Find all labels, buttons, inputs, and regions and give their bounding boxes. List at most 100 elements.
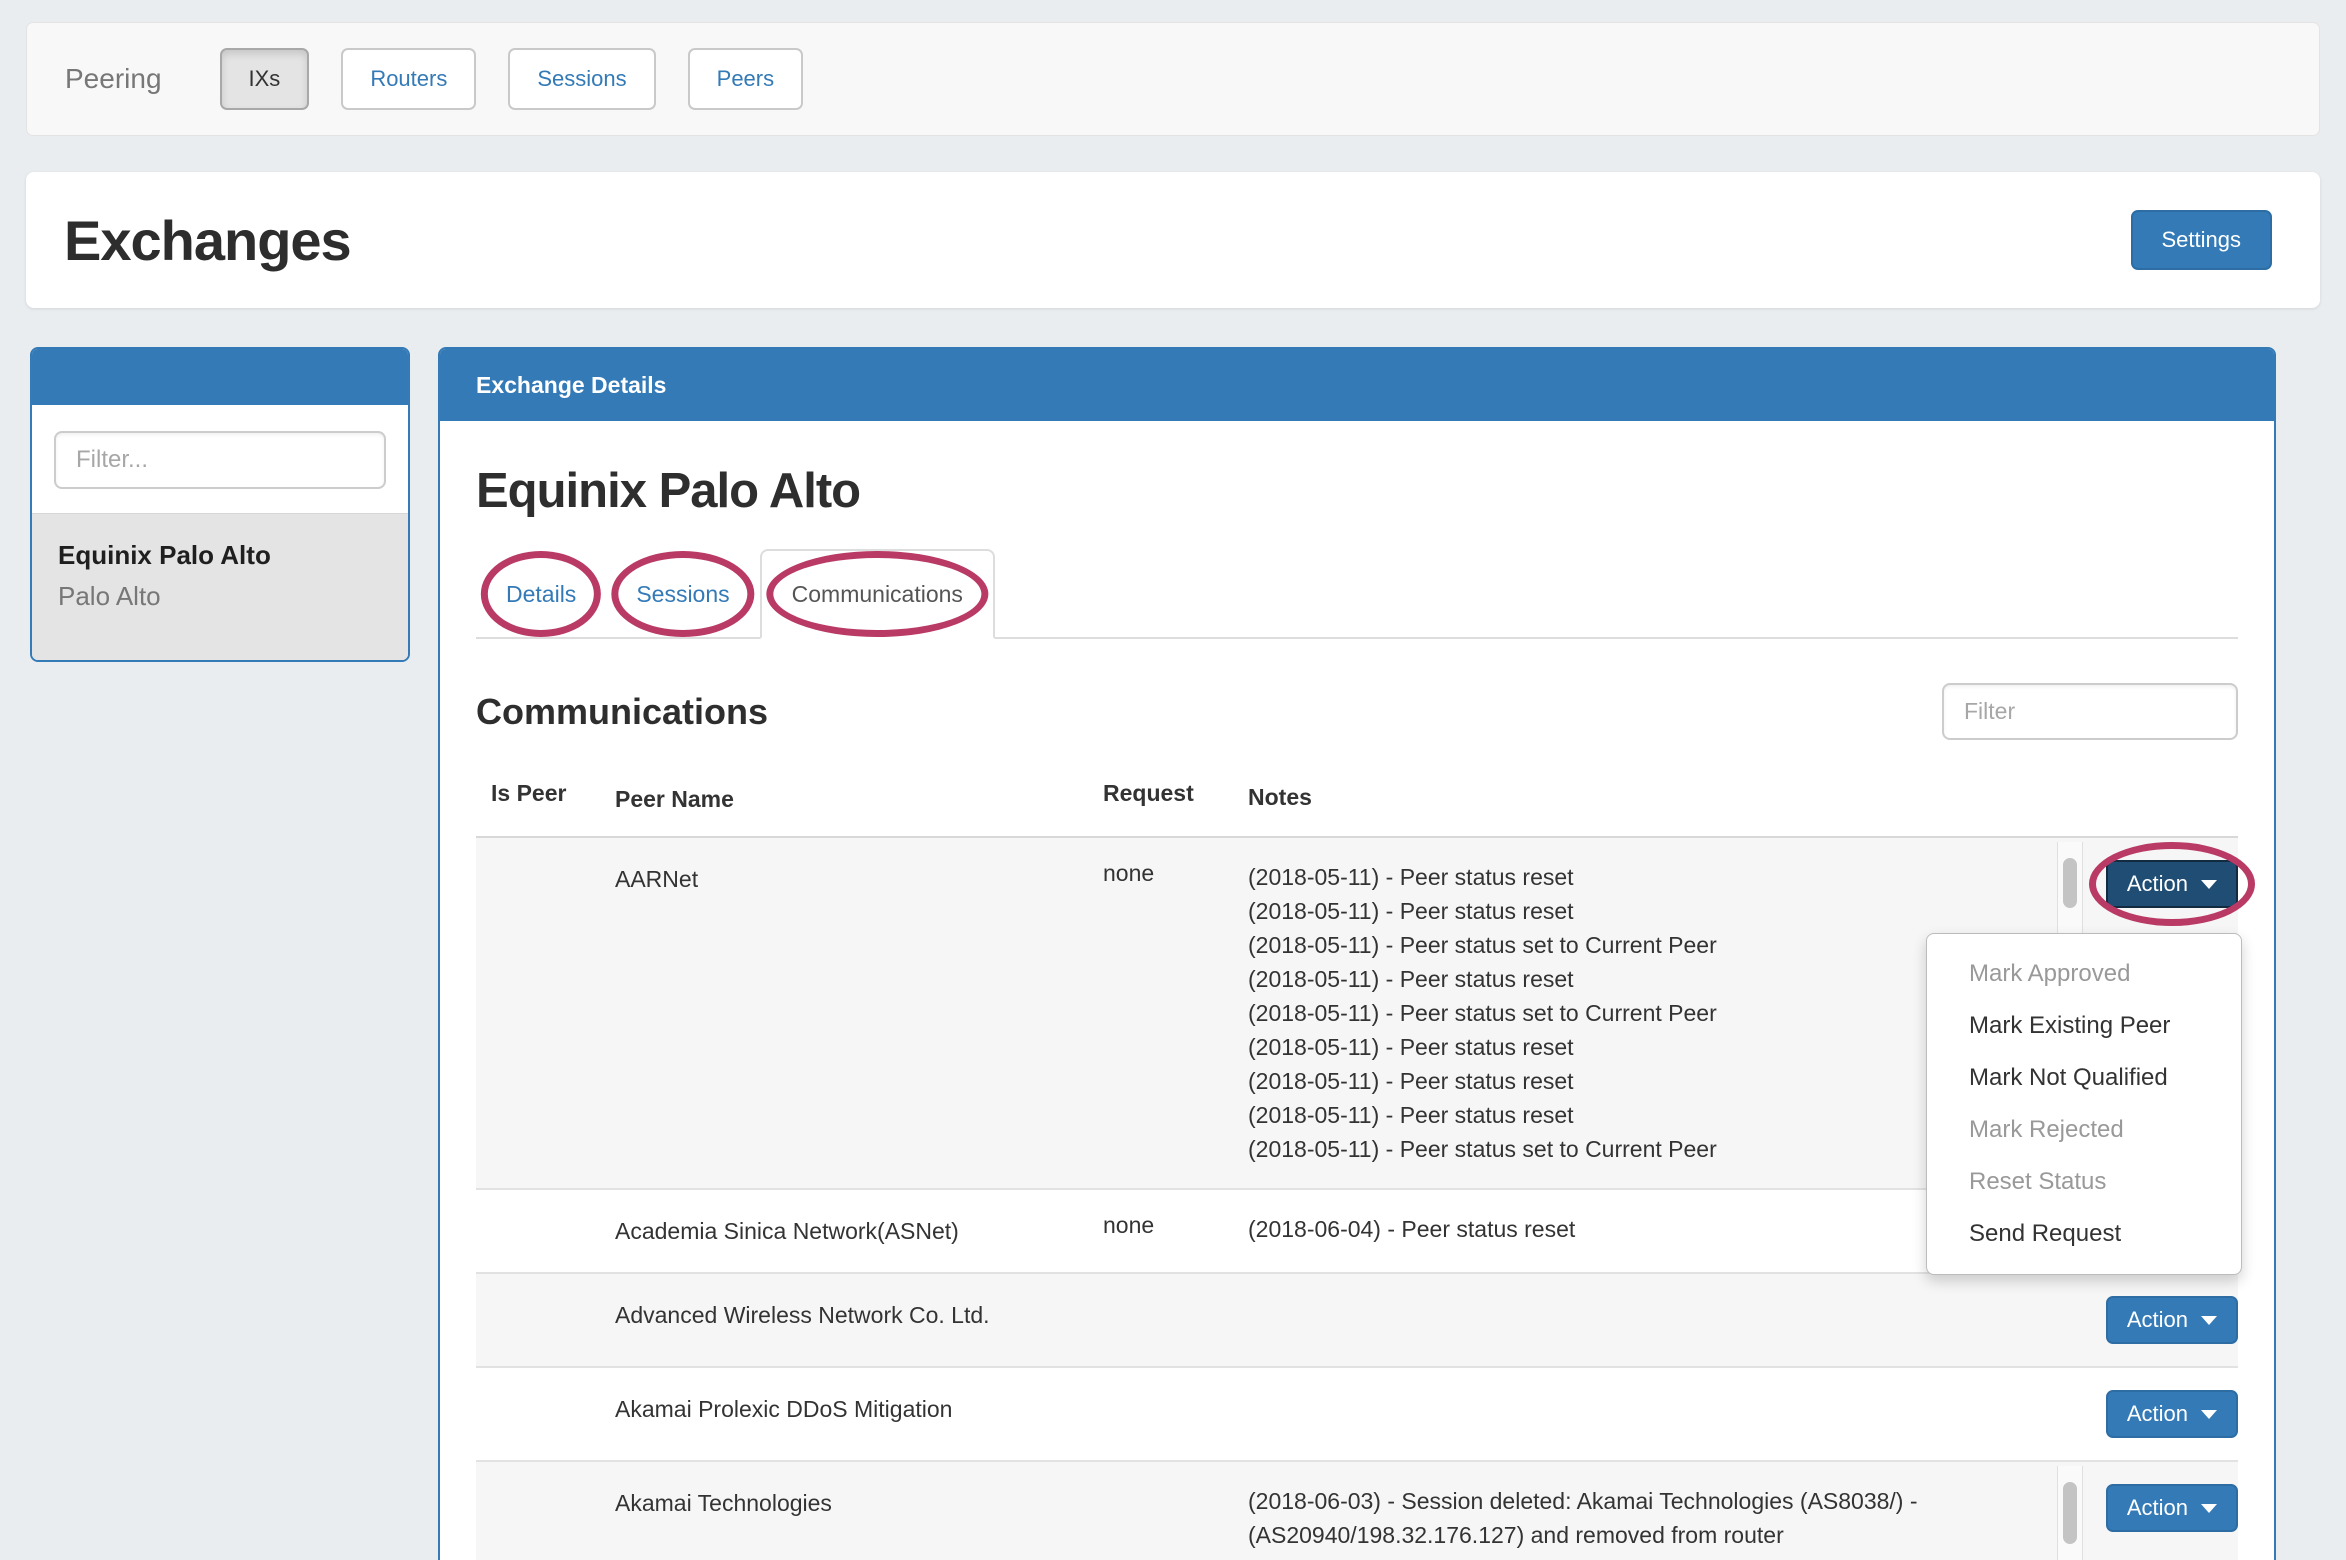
exchange-list-item-city: Palo Alto (58, 581, 382, 612)
tab-sessions[interactable]: Sessions (606, 549, 759, 639)
communications-header: Communications (476, 683, 2238, 740)
caret-down-icon (2201, 1504, 2217, 1513)
column-header-actions (2085, 780, 2238, 818)
page-title: Exchanges (64, 208, 351, 273)
menu-item-reset-status[interactable]: Reset Status (1927, 1156, 2241, 1208)
notes-scrollbar-thumb[interactable] (2063, 1482, 2077, 1544)
action-dropdown-button[interactable]: Action (2106, 1390, 2238, 1438)
caret-down-icon (2201, 1316, 2217, 1325)
top-navbar: Peering IXs Routers Sessions Peers (26, 22, 2320, 136)
column-header-notes: Notes (1248, 780, 2085, 818)
cell-notes (1248, 1390, 2085, 1438)
exchange-list-panel-header (32, 349, 408, 405)
exchange-list-item[interactable]: Equinix Palo Alto Palo Alto (32, 513, 408, 660)
action-dropdown-button[interactable]: Action (2106, 1484, 2238, 1532)
exchange-details-panel-header: Exchange Details (440, 349, 2274, 421)
note-line: (2018-06-03) - (1248, 1552, 2021, 1560)
exchange-details-panel: Exchange Details Equinix Palo Alto Detai… (438, 347, 2276, 1560)
cell-is-peer (476, 1390, 615, 1438)
settings-button[interactable]: Settings (2131, 210, 2273, 270)
action-button-wrap: Action (2106, 1296, 2238, 1344)
menu-item-mark-existing-peer[interactable]: Mark Existing Peer (1927, 1000, 2241, 1052)
action-button-label: Action (2127, 1401, 2188, 1427)
menu-item-mark-approved[interactable]: Mark Approved (1927, 948, 2241, 1000)
note-line: (2018-05-11) - Peer status reset (1248, 1030, 2021, 1064)
cell-request: none (1103, 860, 1248, 1166)
menu-item-mark-rejected[interactable]: Mark Rejected (1927, 1104, 2241, 1156)
note-line: (2018-05-11) - Peer status set to Curren… (1248, 928, 2021, 962)
nav-button-ixs[interactable]: IXs (220, 48, 310, 110)
cell-request (1103, 1484, 1248, 1560)
cell-request (1103, 1390, 1248, 1438)
note-line: (2018-05-11) - Peer status reset (1248, 962, 2021, 996)
communications-section-title: Communications (476, 691, 768, 733)
tab-label: Details (506, 581, 576, 608)
communications-table-rows: AARNetnone(2018-05-11) - Peer status res… (476, 838, 2238, 1560)
exchange-list-panel: Equinix Palo Alto Palo Alto (30, 347, 410, 662)
cell-peer-name: Akamai Prolexic DDoS Mitigation (615, 1390, 1103, 1438)
note-line: (2018-05-11) - Peer status reset (1248, 894, 2021, 928)
nav-button-routers[interactable]: Routers (341, 48, 476, 110)
nav-button-peers[interactable]: Peers (688, 48, 803, 110)
note-line: (2018-05-11) - Peer status reset (1248, 860, 2021, 894)
action-dropdown-button[interactable]: Action (2106, 860, 2238, 908)
note-line: (2018-05-11) - Peer status reset (1248, 1064, 2021, 1098)
action-button-label: Action (2127, 871, 2188, 897)
table-row: Akamai Technologies (2018-06-03) - Sessio… (476, 1462, 2238, 1560)
cell-actions: Action (2085, 1484, 2238, 1560)
tab-details[interactable]: Details (476, 549, 606, 639)
column-header-peer-name: Peer Name (615, 780, 1103, 818)
action-button-wrap: Action (2106, 1484, 2238, 1532)
caret-down-icon (2201, 1410, 2217, 1419)
cell-is-peer (476, 1296, 615, 1344)
note-line: (2018-06-04) - Peer status reset (1248, 1212, 2021, 1246)
table-row: AARNetnone(2018-05-11) - Peer status res… (476, 838, 2238, 1190)
cell-peer-name: Advanced Wireless Network Co. Ltd. (615, 1296, 1103, 1344)
cell-is-peer (476, 1212, 615, 1250)
note-line: (2018-05-11) - Peer status set to Curren… (1248, 1132, 2021, 1166)
note-line: (2018-05-11) - Peer status set to Curren… (1248, 996, 2021, 1030)
cell-actions: Action (2085, 1296, 2238, 1344)
exchange-title: Equinix Palo Alto (476, 463, 2238, 519)
notes-scrollbar-thumb[interactable] (2063, 858, 2077, 908)
communications-table-header: Is PeerPeer NameRequestNotes (476, 780, 2238, 838)
cell-peer-name: AARNet (615, 860, 1103, 1166)
action-dropdown-button[interactable]: Action (2106, 1296, 2238, 1344)
exchange-details-body: Equinix Palo Alto Details Sessions Communi… (440, 463, 2274, 1560)
exchange-list: Equinix Palo Alto Palo Alto (32, 513, 408, 660)
page-heading-card: Exchanges Settings (26, 172, 2320, 308)
cell-notes (1248, 1296, 2085, 1344)
cell-actions: ActionMark ApprovedMark Existing PeerMar… (2085, 860, 2238, 1166)
note-line: (AS20940/198.32.176.127) and removed fro… (1248, 1518, 2021, 1552)
cell-peer-name: Akamai Technologies (615, 1484, 1103, 1560)
column-header-request: Request (1103, 780, 1248, 818)
exchange-list-filter-wrap (32, 405, 408, 513)
note-line: (2018-05-11) - Peer status reset (1248, 1098, 2021, 1132)
detail-tabs: Details Sessions Communications (476, 549, 2238, 639)
action-button-label: Action (2127, 1307, 2188, 1333)
action-dropdown-menu: Mark ApprovedMark Existing PeerMark Not … (1926, 933, 2242, 1275)
action-button-wrap: Action (2106, 1390, 2238, 1438)
cell-peer-name: Academia Sinica Network(ASNet) (615, 1212, 1103, 1250)
tab-label: Sessions (636, 581, 729, 608)
column-header-is-peer: Is Peer (476, 780, 615, 818)
cell-actions: Action (2085, 1390, 2238, 1438)
cell-is-peer (476, 860, 615, 1166)
exchange-list-item-name: Equinix Palo Alto (58, 540, 382, 571)
communications-filter-input[interactable] (1942, 683, 2238, 740)
nav-button-sessions[interactable]: Sessions (508, 48, 655, 110)
menu-item-mark-not-qualified[interactable]: Mark Not Qualified (1927, 1052, 2241, 1104)
menu-item-send-request[interactable]: Send Request (1927, 1208, 2241, 1260)
brand-peering: Peering (65, 63, 162, 95)
exchange-filter-input[interactable] (54, 431, 386, 489)
cell-is-peer (476, 1484, 615, 1560)
caret-down-icon (2201, 880, 2217, 889)
table-row: Advanced Wireless Network Co. Ltd. Action (476, 1274, 2238, 1368)
cell-request: none (1103, 1212, 1248, 1250)
cell-request (1103, 1296, 1248, 1344)
cell-notes: (2018-06-03) - Session deleted: Akamai T… (1248, 1484, 2085, 1560)
action-button-label: Action (2127, 1495, 2188, 1521)
tab-communications[interactable]: Communications (760, 549, 995, 639)
table-row: Akamai Prolexic DDoS Mitigation Action (476, 1368, 2238, 1462)
notes-scrollbar-track (2057, 1466, 2083, 1560)
